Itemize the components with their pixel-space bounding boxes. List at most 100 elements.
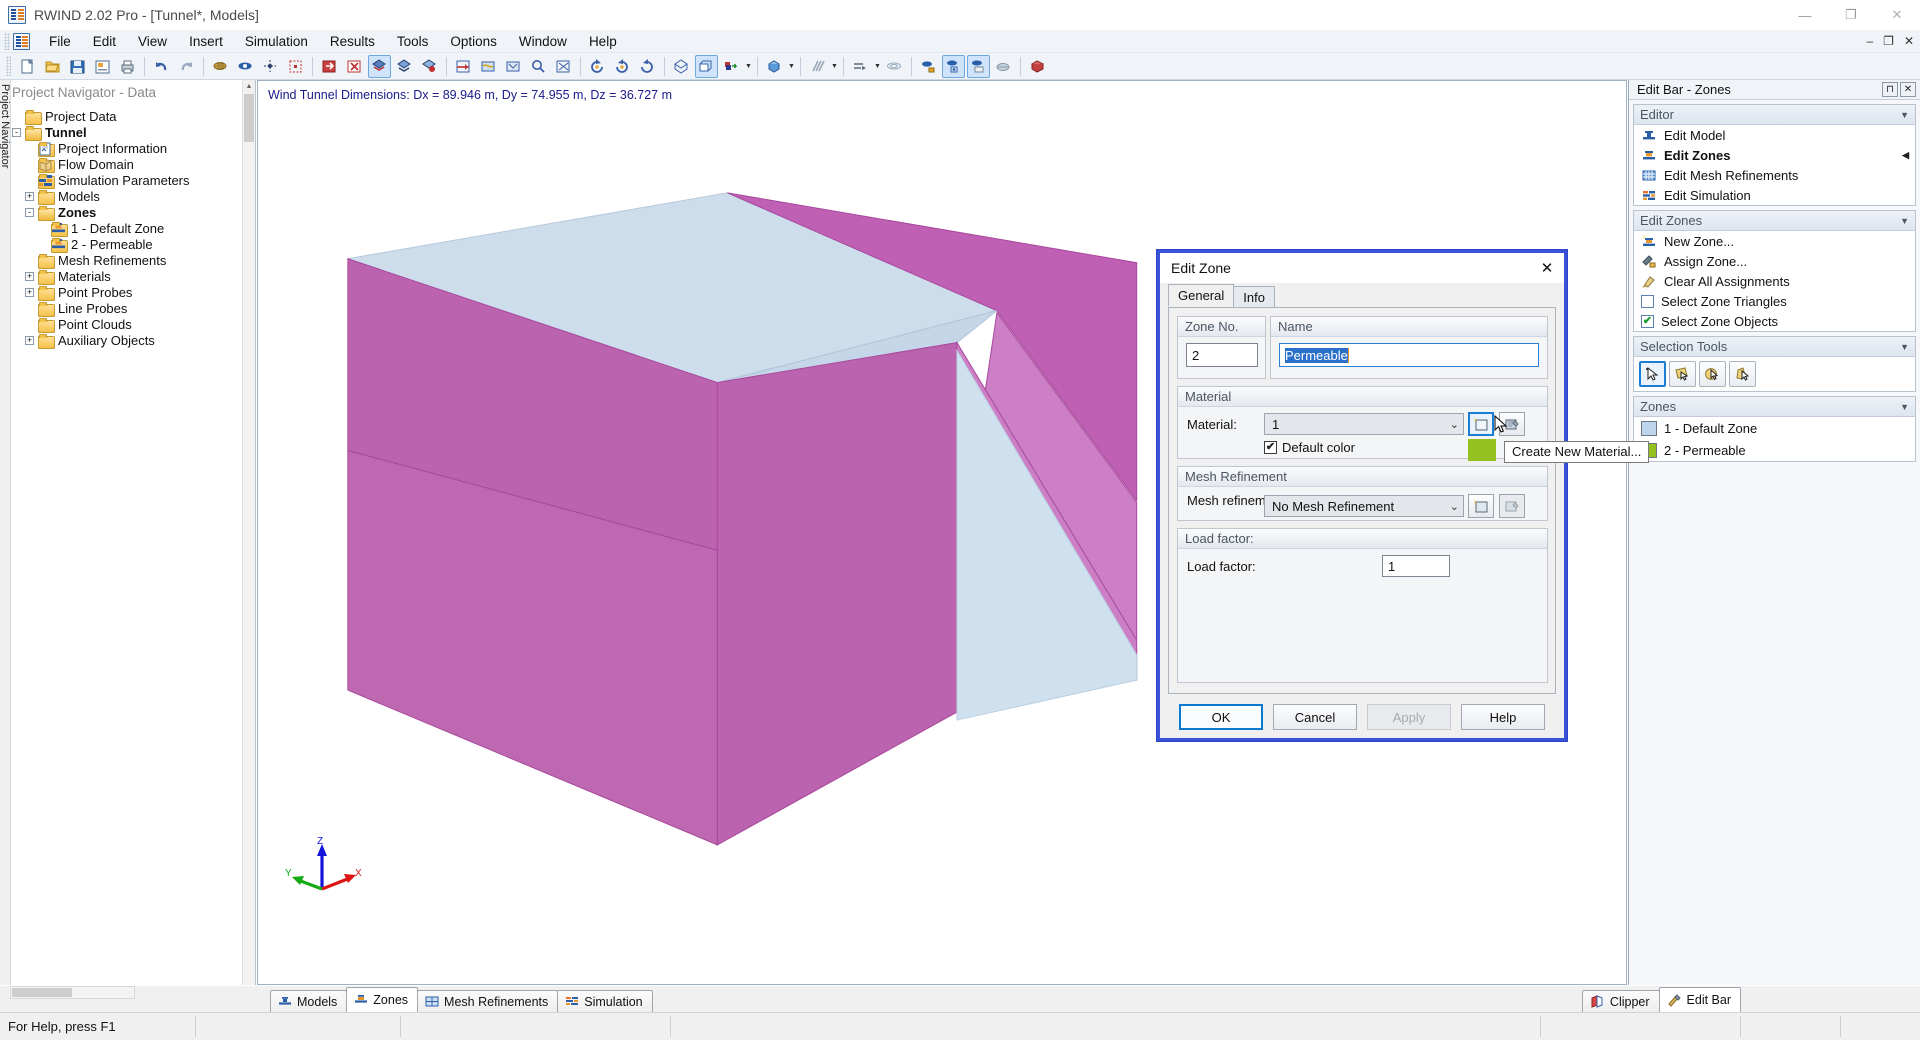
chevron-down-icon[interactable]: ⌄ — [1450, 500, 1459, 513]
tab-info[interactable]: Info — [1233, 286, 1275, 307]
rectangle-select-tool[interactable] — [1669, 361, 1696, 387]
edit-zone-dialog[interactable]: Edit Zone ✕ General Info Zone No. 2 Name — [1157, 250, 1567, 741]
menu-results[interactable]: Results — [319, 31, 386, 52]
navigator-tabstrip[interactable]: Project Navigator — [0, 80, 11, 985]
selection-box-icon[interactable] — [284, 55, 307, 78]
minimize-button[interactable]: — — [1782, 0, 1828, 30]
arrow-flow-dropdown-caret[interactable]: ▼ — [873, 55, 882, 78]
new-material-icon[interactable] — [1468, 412, 1494, 436]
menu-file[interactable]: File — [38, 31, 82, 52]
mdi-minimize-button[interactable]: – — [1866, 34, 1873, 48]
render-solid-icon[interactable] — [368, 54, 391, 78]
checkbox-checked-icon[interactable]: ✔ — [1641, 314, 1654, 328]
menu-tools[interactable]: Tools — [386, 31, 440, 52]
checkbox-unchecked-icon[interactable] — [1641, 294, 1654, 308]
tree-expander[interactable]: + — [25, 271, 34, 281]
model-out-icon[interactable] — [343, 55, 366, 78]
tab-edit-bar[interactable]: Edit Bar — [1658, 987, 1741, 1012]
tab-simulation[interactable]: Simulation — [557, 990, 653, 1012]
new-mesh-icon[interactable] — [1468, 494, 1494, 518]
circle-select-tool[interactable] — [1699, 361, 1726, 387]
fit-icon[interactable] — [552, 55, 575, 78]
tree-expander[interactable]: + — [25, 287, 34, 297]
close-button[interactable]: ✕ — [1874, 0, 1920, 30]
polygon-select-tool[interactable] — [1729, 361, 1756, 387]
zone-no-input[interactable]: 2 — [1186, 343, 1258, 367]
tab-zones[interactable]: Zones — [346, 987, 419, 1012]
redo-icon[interactable] — [175, 55, 198, 78]
tree-item[interactable]: Mesh Refinements — [12, 252, 241, 269]
mdi-close-button[interactable]: ✕ — [1904, 34, 1914, 48]
visibility-icon[interactable] — [234, 55, 257, 78]
selection-tools-header[interactable]: Selection Tools ▼ — [1634, 337, 1915, 357]
axis-icon[interactable] — [720, 55, 743, 78]
box-view-icon[interactable] — [763, 55, 786, 78]
zoom-icon[interactable] — [527, 55, 550, 78]
rotate-right-icon[interactable] — [611, 55, 634, 78]
menu-simulation[interactable]: Simulation — [234, 31, 319, 52]
tree-item[interactable]: + Point Probes — [12, 284, 241, 301]
sidebar-item-select-zone-objects[interactable]: ✔ Select Zone Objects — [1634, 311, 1915, 331]
pin-icon[interactable]: ⊓ — [1882, 82, 1898, 97]
zone-list-item-default[interactable]: 1 - Default Zone — [1634, 417, 1915, 439]
material-color-swatch[interactable] — [1468, 439, 1496, 461]
render-shaded-icon[interactable] — [418, 55, 441, 78]
menu-window[interactable]: Window — [508, 31, 578, 52]
mesh-refinement-combobox[interactable]: No Mesh Refinement ⌄ — [1264, 495, 1464, 517]
render-wire-icon[interactable] — [393, 55, 416, 78]
horizontal-scrollbar[interactable] — [10, 986, 135, 999]
sidebar-item-assign-zone[interactable]: Assign Zone... — [1634, 251, 1915, 271]
wind-tunnel-icon[interactable] — [452, 55, 475, 78]
tree-expander[interactable]: + — [25, 335, 34, 345]
maximize-button[interactable]: ❐ — [1828, 0, 1874, 30]
chevron-down-icon[interactable]: ▼ — [1900, 216, 1909, 226]
menu-edit[interactable]: Edit — [82, 31, 127, 52]
section-dropdown-caret[interactable]: ▼ — [830, 55, 839, 78]
sidebar-item-new-zone[interactable]: New Zone... — [1634, 231, 1915, 251]
print-icon[interactable] — [116, 55, 139, 78]
tab-mesh-refinements[interactable]: Mesh Refinements — [417, 990, 559, 1012]
arrow-flow-icon[interactable] — [849, 55, 872, 78]
box-view-dropdown-caret[interactable]: ▼ — [787, 55, 796, 78]
tree-expander[interactable]: - — [12, 127, 21, 137]
zone-list-item-permeable[interactable]: 2 - Permeable — [1634, 439, 1915, 461]
close-icon[interactable]: ✕ — [1536, 257, 1558, 279]
chevron-down-icon[interactable]: ▼ — [1900, 402, 1909, 412]
result-icon[interactable] — [502, 55, 525, 78]
tree-item[interactable]: Line Probes — [12, 300, 241, 317]
navigator-tree[interactable]: Project Data - Tunnel Project Information Fl… — [12, 108, 241, 985]
tree-item[interactable]: Project Data — [12, 108, 241, 125]
streamline-icon[interactable] — [883, 55, 906, 78]
tree-item[interactable]: 2 - Permeable — [12, 236, 241, 253]
sidebar-item-edit-zones[interactable]: Edit Zones ◀ — [1634, 145, 1915, 165]
zone-name-input[interactable]: Permeable — [1279, 343, 1539, 367]
help-button[interactable]: Help — [1461, 704, 1545, 730]
tab-general[interactable]: General — [1168, 284, 1235, 307]
probe-icon[interactable] — [917, 55, 940, 78]
ok-button[interactable]: OK — [1179, 704, 1263, 730]
menu-help[interactable]: Help — [578, 31, 628, 52]
sidebar-item-select-zone-triangles[interactable]: Select Zone Triangles — [1634, 291, 1915, 311]
rotate-left-icon[interactable] — [586, 55, 609, 78]
chevron-down-icon[interactable]: ▼ — [1900, 342, 1909, 352]
rotate-free-icon[interactable] — [636, 55, 659, 78]
final-icon[interactable] — [1026, 55, 1049, 78]
undo-icon[interactable] — [150, 55, 173, 78]
default-color-checkbox-row[interactable]: ✔ Default color — [1264, 440, 1355, 455]
navigator-vertical-tab[interactable]: Project Navigator — [0, 80, 11, 168]
flow-icon[interactable] — [477, 55, 500, 78]
tree-expander[interactable]: + — [25, 191, 34, 201]
scroll-up-arrow[interactable]: ▲ — [243, 80, 255, 93]
probe-point-icon[interactable] — [942, 54, 965, 78]
tree-item[interactable]: + Materials — [12, 268, 241, 285]
navigator-scrollbar[interactable]: ▲ — [242, 80, 255, 985]
iso-view-icon[interactable] — [670, 55, 693, 78]
material-combobox[interactable]: 1 ⌄ — [1264, 413, 1464, 435]
checkbox-checked-icon[interactable]: ✔ — [1264, 441, 1277, 454]
sidebar-item-edit-model[interactable]: Edit Model — [1634, 125, 1915, 145]
load-factor-input[interactable]: 1 — [1382, 555, 1450, 577]
section-icon[interactable] — [806, 55, 829, 78]
menu-grip[interactable] — [4, 32, 10, 50]
tree-item[interactable]: Flow Domain — [12, 156, 241, 173]
save-icon[interactable] — [66, 55, 89, 78]
